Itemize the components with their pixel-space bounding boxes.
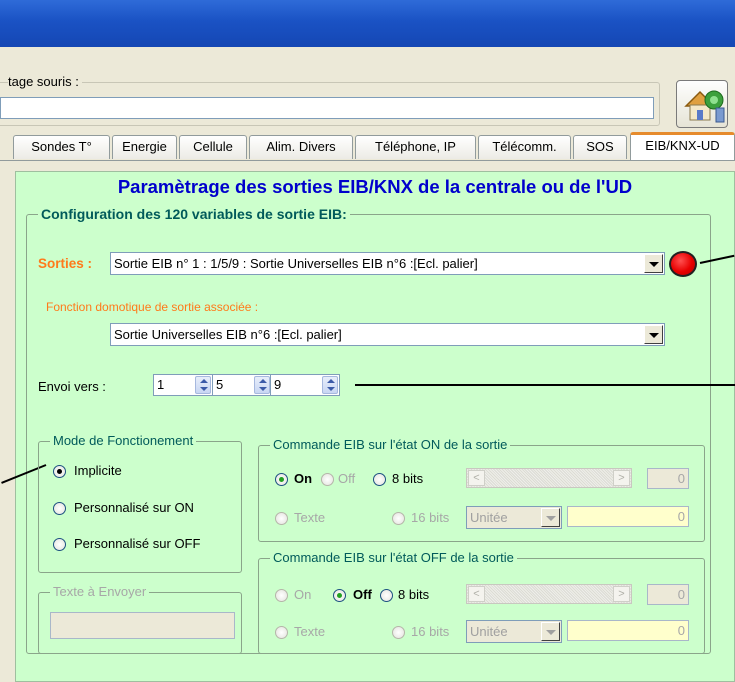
cmd-on-label-8bits: 8 bits xyxy=(392,471,424,486)
fonction-select-value: Sortie Universelles EIB n°6 :[Ecl. palie… xyxy=(114,327,342,342)
chevron-left-icon[interactable]: < xyxy=(468,586,485,602)
chevron-down-icon[interactable] xyxy=(541,622,560,641)
chevron-down-icon[interactable] xyxy=(644,325,663,344)
mode-label-perso-on: Personnalisé sur ON xyxy=(74,500,194,515)
cmd-on-unit-value: Unitée xyxy=(470,510,508,525)
chevron-down-icon[interactable] xyxy=(541,508,560,527)
tab-telecomm[interactable]: Télécomm. xyxy=(478,135,571,159)
tab-cellule[interactable]: Cellule xyxy=(179,135,247,159)
tab-strip-line xyxy=(0,160,735,161)
envoi-spinner-2[interactable]: 5 xyxy=(212,374,272,396)
cmd-off-unit-select[interactable]: Unitée xyxy=(466,620,562,643)
cmd-off-radio-off[interactable] xyxy=(333,589,346,602)
cmd-off-label-on: On xyxy=(294,587,312,602)
cmd-off-value-16bits[interactable]: 0 xyxy=(567,620,689,641)
window-titlebar xyxy=(0,0,735,47)
chevron-left-icon[interactable]: < xyxy=(468,470,485,486)
mode-radio-perso-on[interactable] xyxy=(53,502,66,515)
cmd-on-value-8bits[interactable]: 0 xyxy=(647,468,689,489)
chevron-down-icon[interactable] xyxy=(644,254,663,273)
tab-alim-divers[interactable]: Alim. Divers xyxy=(249,135,353,159)
cmd-on-radio-8bits[interactable] xyxy=(373,473,386,486)
spin-updown-icon[interactable] xyxy=(254,376,270,394)
cmd-off-radio-on[interactable] xyxy=(275,589,288,602)
status-led xyxy=(669,251,697,277)
mode-label-perso-off: Personnalisé sur OFF xyxy=(74,536,201,551)
cmd-on-group-label: Commande EIB sur l'état ON de la sortie xyxy=(270,437,511,452)
cmd-off-label-texte: Texte xyxy=(294,624,326,639)
mode-radio-perso-off[interactable] xyxy=(53,538,66,551)
spin-updown-icon[interactable] xyxy=(195,376,211,394)
cmd-on-slider[interactable]: < > xyxy=(466,468,632,488)
tab-telephone-ip[interactable]: Téléphone, IP xyxy=(355,135,476,159)
cmd-off-label-16bits: 16 bits xyxy=(411,624,450,639)
chevron-right-icon[interactable]: > xyxy=(613,586,630,602)
tab-eib-knx-ud[interactable]: EIB/KNX-UD xyxy=(630,132,735,160)
cmd-off-radio-texte[interactable] xyxy=(275,626,288,639)
cmd-on-label-off: Off xyxy=(338,471,356,486)
cmd-off-label-8bits: 8 bits xyxy=(398,587,430,602)
envoi-value-3: 9 xyxy=(274,377,282,392)
mode-group-label: Mode de Fonctionement xyxy=(50,433,197,448)
envoi-value-1: 1 xyxy=(157,377,165,392)
spin-updown-icon[interactable] xyxy=(322,376,338,394)
network-house-button[interactable] xyxy=(676,80,728,128)
network-house-icon xyxy=(684,90,725,123)
cmd-on-label-16bits: 16 bits xyxy=(411,510,450,525)
chevron-right-icon[interactable]: > xyxy=(613,470,630,486)
envoi-spinner-1[interactable]: 1 xyxy=(153,374,213,396)
cmd-on-label-texte: Texte xyxy=(294,510,326,525)
cmd-off-radio-8bits[interactable] xyxy=(380,589,393,602)
cmd-on-radio-16bits[interactable] xyxy=(392,512,405,525)
mode-radio-implicite[interactable] xyxy=(53,465,66,478)
cmd-off-slider[interactable]: < > xyxy=(466,584,632,604)
cmd-on-unit-select[interactable]: Unitée xyxy=(466,506,562,529)
top-text-input[interactable] xyxy=(0,97,654,119)
cmd-on-radio-off[interactable] xyxy=(321,473,334,486)
config-group-label: Configuration des 120 variables de sorti… xyxy=(38,206,350,222)
texte-envoyer-label: Texte à Envoyer xyxy=(50,584,150,599)
cmd-off-group-label: Commande EIB sur l'état OFF de la sortie xyxy=(270,550,517,565)
tab-sos[interactable]: SOS xyxy=(573,135,627,159)
cmd-off-value-8bits[interactable]: 0 xyxy=(647,584,689,605)
envoi-label: Envoi vers : xyxy=(38,379,106,394)
envoi-spinner-3[interactable]: 9 xyxy=(270,374,340,396)
cmd-on-value-16bits[interactable]: 0 xyxy=(567,506,689,527)
fonction-select[interactable]: Sortie Universelles EIB n°6 :[Ecl. palie… xyxy=(110,323,665,346)
tab-sondes[interactable]: Sondes T° xyxy=(13,135,110,159)
fonction-label: Fonction domotique de sortie associée : xyxy=(46,300,259,314)
sorties-select-value: Sortie EIB n° 1 : 1/5/9 : Sortie Univers… xyxy=(114,256,478,271)
envoi-value-2: 5 xyxy=(216,377,224,392)
cmd-on-label-on: On xyxy=(294,471,313,486)
texte-envoyer-input[interactable] xyxy=(50,612,235,639)
sorties-select[interactable]: Sortie EIB n° 1 : 1/5/9 : Sortie Univers… xyxy=(110,252,665,275)
mode-label-implicite: Implicite xyxy=(74,463,122,478)
panel-title: Paramètrage des sorties EIB/KNX de la ce… xyxy=(117,176,633,197)
cmd-on-radio-texte[interactable] xyxy=(275,512,288,525)
cmd-off-unit-value: Unitée xyxy=(470,624,508,639)
tab-energie[interactable]: Energie xyxy=(112,135,177,159)
cmd-off-label-off: Off xyxy=(353,587,372,602)
annotation-line xyxy=(355,384,735,386)
sorties-label: Sorties : xyxy=(38,256,93,271)
cmd-on-radio-on[interactable] xyxy=(275,473,288,486)
top-group-label: tage souris : xyxy=(8,74,82,89)
cmd-off-radio-16bits[interactable] xyxy=(392,626,405,639)
